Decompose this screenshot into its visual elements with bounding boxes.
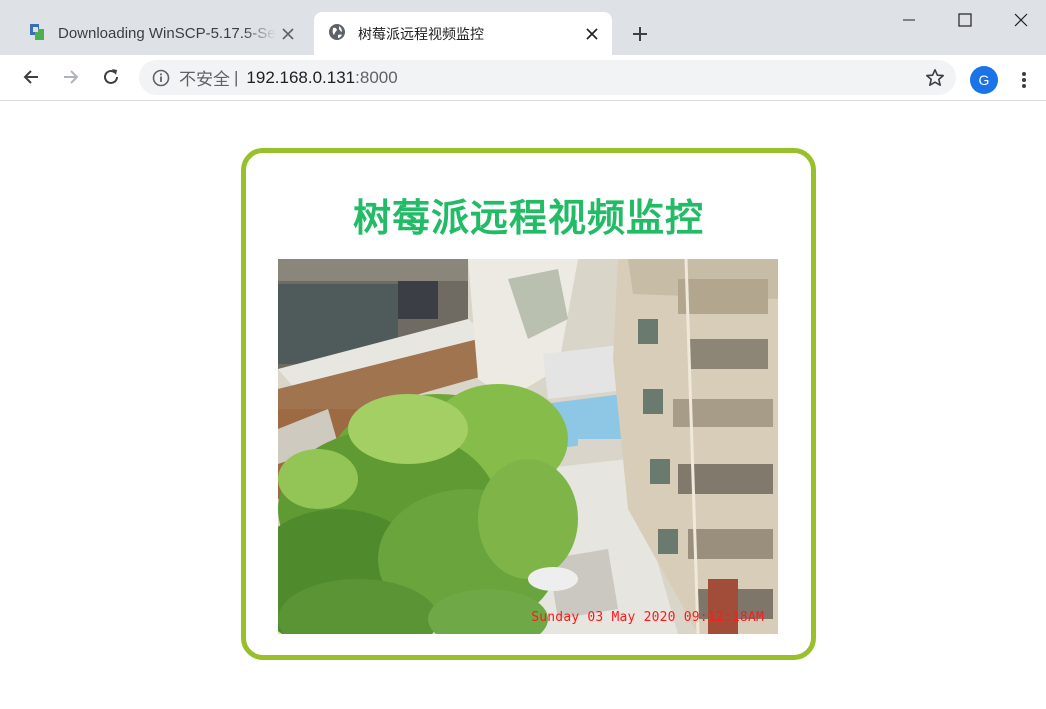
- address-separator: |: [234, 67, 239, 87]
- winscp-icon: [28, 23, 46, 45]
- video-stream: Sunday 03 May 2020 09:12:18AM: [278, 259, 778, 634]
- security-label: 不安全: [179, 70, 230, 89]
- plus-icon: [633, 27, 647, 41]
- maximize-button[interactable]: [942, 4, 988, 36]
- forward-button[interactable]: [55, 61, 87, 93]
- reload-icon: [104, 69, 118, 84]
- maximize-icon: [958, 13, 972, 27]
- close-icon: [1014, 13, 1028, 27]
- more-vert-icon: [1022, 72, 1026, 88]
- close-tab-icon[interactable]: [580, 22, 604, 46]
- video-card: 树莓派远程视频监控 Sunday 03 May 2020 09:12:18AM: [241, 148, 816, 660]
- arrow-right-icon: [64, 70, 79, 84]
- minimize-icon: [903, 19, 915, 21]
- globe-icon: [328, 23, 346, 44]
- bookmark-star-icon[interactable]: [924, 67, 946, 89]
- back-button[interactable]: [15, 61, 47, 93]
- close-window-button[interactable]: [998, 4, 1044, 36]
- close-tab-icon[interactable]: [276, 22, 300, 46]
- browser-toolbar: 不安全 | 192.168.0.131:8000 G: [0, 55, 1046, 101]
- video-timestamp: Sunday 03 May 2020 09:12:18AM: [531, 610, 764, 625]
- info-icon[interactable]: [151, 68, 171, 88]
- menu-button[interactable]: [1012, 66, 1036, 94]
- tab-strip: Downloading WinSCP-5.17.5-Setup.exe 树莓派远…: [0, 0, 1046, 55]
- profile-avatar[interactable]: G: [970, 66, 998, 94]
- tab-title: Downloading WinSCP-5.17.5-Setup.exe: [58, 25, 276, 42]
- tab-downloading[interactable]: Downloading WinSCP-5.17.5-Setup.exe: [16, 12, 308, 55]
- address-host: 192.168.0.131: [246, 67, 356, 87]
- page-content: 树莓派远程视频监控 Sunday 03 May 2020 09:12:18AM: [0, 101, 1046, 709]
- address-port: :8000: [355, 67, 398, 87]
- page-title: 树莓派远程视频监控: [352, 196, 704, 240]
- new-tab-button[interactable]: [626, 20, 654, 48]
- arrow-left-icon: [23, 70, 38, 84]
- camera-feed-image: [278, 259, 778, 634]
- minimize-button[interactable]: [886, 4, 932, 36]
- address-bar[interactable]: 不安全 | 192.168.0.131:8000: [139, 60, 956, 95]
- tab-video-monitor[interactable]: 树莓派远程视频监控: [314, 12, 612, 55]
- tab-title: 树莓派远程视频监控: [358, 25, 484, 42]
- reload-button[interactable]: [95, 61, 127, 93]
